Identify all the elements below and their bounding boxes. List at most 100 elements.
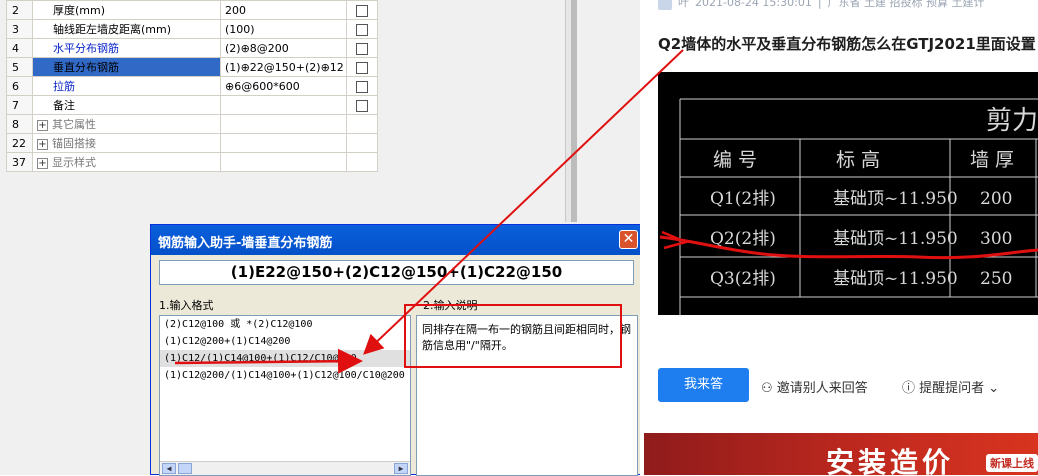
row-number: 37	[6, 152, 33, 172]
person-icon: ⚇	[761, 381, 777, 396]
format-item[interactable]: (1)C12@200/(1)C14@100+(1)C12@100/C10@200	[160, 367, 410, 384]
property-row[interactable]: 4 水平分布钢筋 (2)⊕8@200	[6, 38, 378, 58]
invite-link[interactable]: ⚇ 邀请别人来回答	[761, 377, 868, 396]
drawing-table-title: 剪力墙	[986, 106, 1038, 136]
drawing-cell: 基础顶~11.950	[833, 269, 958, 289]
drawing-header: 墙 厚	[970, 149, 1014, 171]
property-name-label: 厚度(mm)	[53, 4, 106, 17]
meta-tags: 广东省 土建 招投标 预算 土建计	[827, 0, 985, 9]
expand-icon[interactable]: +	[37, 138, 48, 150]
property-name-label: 备注	[53, 99, 75, 112]
checkbox[interactable]	[356, 4, 368, 17]
row-number: 5	[6, 57, 33, 77]
banner-text: 安装造价	[826, 446, 955, 475]
format-item[interactable]: (1)C12/(1)C14@100+(1)C12/C10@100	[160, 350, 410, 367]
checkbox[interactable]	[356, 80, 368, 93]
property-value[interactable]: 200	[220, 0, 347, 20]
property-value[interactable]: (1)⊕22@150+(2)⊕12	[220, 57, 347, 77]
checkbox-cell	[346, 0, 378, 20]
property-row[interactable]: 2 厚度(mm) 200	[6, 0, 378, 20]
property-row[interactable]: 7 备注	[6, 95, 378, 115]
close-icon[interactable]: ✕	[619, 230, 638, 249]
scroll-right-icon[interactable]: ▶	[394, 463, 408, 474]
property-name-label: 拉筋	[53, 80, 75, 93]
dialog-title-bar: 钢筋输入助手-墙垂直分布钢筋 ✕	[151, 225, 642, 255]
checkbox-cell	[346, 152, 378, 172]
property-name: 垂直分布钢筋	[32, 57, 221, 77]
property-row[interactable]: 5 垂直分布钢筋 (1)⊕22@150+(2)⊕12	[6, 57, 378, 77]
row-number: 2	[6, 0, 33, 20]
answer-button[interactable]: 我来答	[658, 368, 749, 402]
checkbox[interactable]	[356, 23, 368, 36]
format-list[interactable]: (2)C12@100 或 *(2)C12@100 (1)C12@200+(1)C…	[159, 315, 411, 476]
user-icon	[658, 0, 672, 10]
property-name-label: 轴线距左墙皮距离(mm)	[53, 23, 172, 36]
drawing-cell: 250	[980, 269, 1012, 289]
scroll-thumb[interactable]	[178, 463, 192, 474]
property-name-label: 水平分布钢筋	[53, 42, 119, 55]
drawing-cell: 200	[980, 189, 1012, 209]
property-table: 2 厚度(mm) 200 3 轴线距左墙皮距离(mm) (100) 4 水平分布钢筋 (2)⊕8…	[6, 0, 378, 172]
checkbox-cell	[346, 95, 378, 115]
remind-link[interactable]: ⓘ 提醒提问者 ⌄	[902, 377, 999, 396]
drawing-cell: 300	[980, 229, 1012, 249]
cad-drawing-image: 剪力墙 编 号 标 高 墙 厚 Q1(2排) 基础顶~11.950 200 Q2…	[658, 72, 1038, 315]
property-row[interactable]: 3 轴线距左墙皮距离(mm) (100)	[6, 19, 378, 39]
qa-article: 叶 2021-08-24 15:30:01 | 广东省 土建 招投标 预算 土建计 Q…	[640, 0, 1038, 475]
row-number: 22	[6, 133, 33, 153]
drawing-cell: Q3(2排)	[710, 269, 776, 289]
meta-date: 2021-08-24 15:30:01	[695, 0, 812, 9]
property-value[interactable]	[220, 114, 347, 134]
scroll-left-icon[interactable]: ◀	[162, 463, 176, 474]
property-value[interactable]: ⊕6@600*600	[220, 76, 347, 96]
chevron-down-icon: ⌄	[984, 381, 1000, 396]
property-name: + 其它属性	[32, 114, 221, 134]
property-value[interactable]: (2)⊕8@200	[220, 38, 347, 58]
row-number: 6	[6, 76, 33, 96]
row-number: 3	[6, 19, 33, 39]
format-item[interactable]: (2)C12@100 或 *(2)C12@100	[160, 316, 410, 333]
remind-label: 提醒提问者	[919, 381, 985, 396]
checkbox-cell	[346, 76, 378, 96]
checkbox-cell	[346, 19, 378, 39]
property-name-label: 其它属性	[52, 118, 96, 131]
property-name: 拉筋	[32, 76, 221, 96]
expand-icon[interactable]: +	[37, 119, 48, 131]
property-name: 厚度(mm)	[32, 0, 221, 20]
property-value[interactable]	[220, 133, 347, 153]
drawing-header: 编 号	[713, 149, 757, 171]
drawing-cell: 基础顶~11.950	[833, 189, 958, 209]
horizontal-scrollbar[interactable]: ◀ ▶	[160, 461, 410, 475]
property-row[interactable]: 6 拉筋 ⊕6@600*600	[6, 76, 378, 96]
vertical-scrollbar-thumb[interactable]	[571, 0, 577, 222]
checkbox[interactable]	[356, 99, 368, 112]
checkbox-cell	[346, 133, 378, 153]
drawing-cell: Q1(2排)	[710, 189, 776, 209]
property-value[interactable]	[220, 152, 347, 172]
property-row[interactable]: 8 + 其它属性	[6, 114, 378, 134]
format-item[interactable]: (1)C12@200+(1)C14@200	[160, 333, 410, 350]
expand-icon[interactable]: +	[37, 157, 48, 169]
property-row[interactable]: 37 + 显示样式	[6, 152, 378, 172]
article-title: Q2墙体的水平及垂直分布钢筋怎么在GTJ2021里面设置	[658, 35, 1036, 53]
drawing-cell: 基础顶~11.950	[833, 229, 958, 249]
row-number: 7	[6, 95, 33, 115]
property-name: + 锚固搭接	[32, 133, 221, 153]
checkbox[interactable]	[356, 61, 368, 74]
property-value[interactable]: (100)	[220, 19, 347, 39]
invite-label: 邀请别人来回答	[776, 381, 868, 396]
dialog-title: 钢筋输入助手-墙垂直分布钢筋	[158, 236, 333, 251]
checkbox-cell	[346, 57, 378, 77]
property-value[interactable]	[220, 95, 347, 115]
property-name-label: 垂直分布钢筋	[53, 61, 119, 74]
row-number: 4	[6, 38, 33, 58]
formula-input[interactable]: (1)E22@150+(2)C12@150+(1)C22@150	[159, 260, 634, 285]
annotation-highlight-box	[404, 304, 622, 368]
checkbox[interactable]	[356, 42, 368, 55]
property-row[interactable]: 22 + 锚固搭接	[6, 133, 378, 153]
property-name: 备注	[32, 95, 221, 115]
promo-banner[interactable]: 安装造价 新课上线	[644, 433, 1038, 475]
drawing-header: 标 高	[836, 149, 880, 171]
format-label: 1.输入格式	[159, 299, 214, 312]
info-icon: ⓘ	[902, 381, 920, 396]
